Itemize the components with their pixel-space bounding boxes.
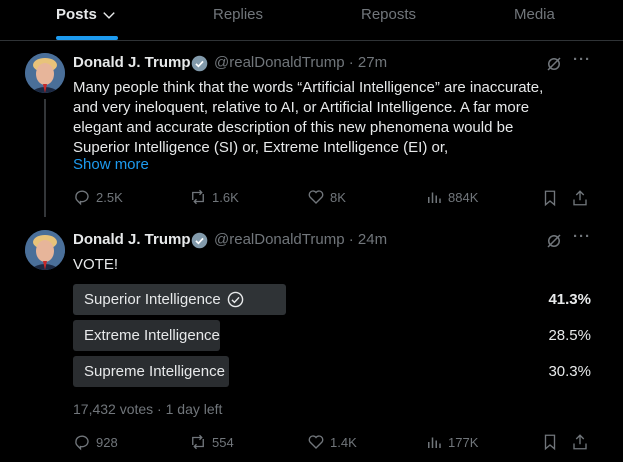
show-more-link[interactable]: Show more [73, 156, 149, 173]
chevron-down-icon [102, 8, 116, 26]
reply-count: 928 [96, 434, 118, 450]
author-name[interactable]: Donald J. Trump [73, 54, 191, 71]
post-text: VOTE! [73, 256, 119, 273]
avatar-image [25, 53, 65, 93]
repost-icon [192, 434, 204, 450]
thread-line [44, 99, 46, 217]
tab-media[interactable]: Media [514, 0, 555, 40]
avatar[interactable] [25, 53, 65, 93]
reply-count: 2.5K [96, 189, 123, 205]
views-icon [428, 437, 441, 448]
more-options-icon[interactable]: ··· [573, 51, 591, 68]
grok-icon[interactable] [545, 232, 563, 250]
repost-count: 1.6K [212, 189, 239, 205]
poll-option-superior: Superior Intelligence [84, 291, 244, 308]
reply-button[interactable]: 928 [73, 433, 118, 451]
repost-icon [192, 189, 204, 205]
active-tab-indicator [56, 36, 118, 40]
poll-option-label: Extreme Intelligence [84, 327, 220, 344]
tab-replies[interactable]: Replies [213, 0, 263, 40]
tab-reposts[interactable]: Reposts [361, 0, 416, 40]
repost-button[interactable]: 554 [189, 433, 234, 451]
avatar-image [25, 230, 65, 270]
views-button[interactable]: 884K [425, 188, 478, 206]
like-button[interactable]: 8K [307, 188, 346, 206]
profile-tabs: Posts Replies Reposts Media [0, 0, 623, 41]
poll-option-label: Superior Intelligence [84, 291, 221, 308]
tab-posts[interactable]: Posts [56, 0, 116, 40]
reply-icon [75, 190, 89, 206]
author-handle-time[interactable]: @realDonaldTrump · 27m [214, 54, 387, 71]
tab-posts-label: Posts [56, 6, 97, 23]
avatar[interactable] [25, 230, 65, 270]
more-options-icon[interactable]: ··· [573, 228, 591, 245]
poll-percent-superior: 41.3% [548, 291, 591, 308]
like-count: 8K [330, 189, 346, 205]
poll-percent-extreme: 28.5% [548, 327, 591, 344]
share-icon[interactable] [571, 433, 589, 451]
views-icon [428, 192, 441, 203]
verified-badge-icon [191, 55, 208, 72]
poll-option-extreme: Extreme Intelligence [84, 327, 220, 344]
post-text: Many people think that the words “Artifi… [73, 79, 544, 156]
poll-percent-supreme: 30.3% [548, 363, 591, 380]
heart-icon [308, 435, 324, 449]
reply-icon [75, 435, 89, 451]
share-icon[interactable] [571, 189, 589, 207]
author-handle-time[interactable]: @realDonaldTrump · 24m [214, 231, 387, 248]
poll-option-label: Supreme Intelligence [84, 363, 225, 380]
bookmark-icon[interactable] [541, 433, 559, 451]
verified-badge-icon [191, 232, 208, 249]
author-name[interactable]: Donald J. Trump [73, 231, 191, 248]
view-count: 177K [448, 434, 479, 450]
like-count: 1.4K [330, 434, 357, 450]
bookmark-icon[interactable] [541, 189, 559, 207]
views-button[interactable]: 177K [425, 433, 478, 451]
view-count: 884K [448, 189, 479, 205]
reply-button[interactable]: 2.5K [73, 188, 123, 206]
poll-option-supreme: Supreme Intelligence [84, 363, 225, 380]
heart-icon [308, 190, 324, 204]
repost-button[interactable]: 1.6K [189, 188, 239, 206]
repost-count: 554 [212, 434, 234, 450]
like-button[interactable]: 1.4K [307, 433, 357, 451]
poll-meta: 17,432 votes · 1 day left [73, 401, 223, 417]
grok-icon[interactable] [545, 55, 563, 73]
check-circle-icon [227, 291, 244, 308]
